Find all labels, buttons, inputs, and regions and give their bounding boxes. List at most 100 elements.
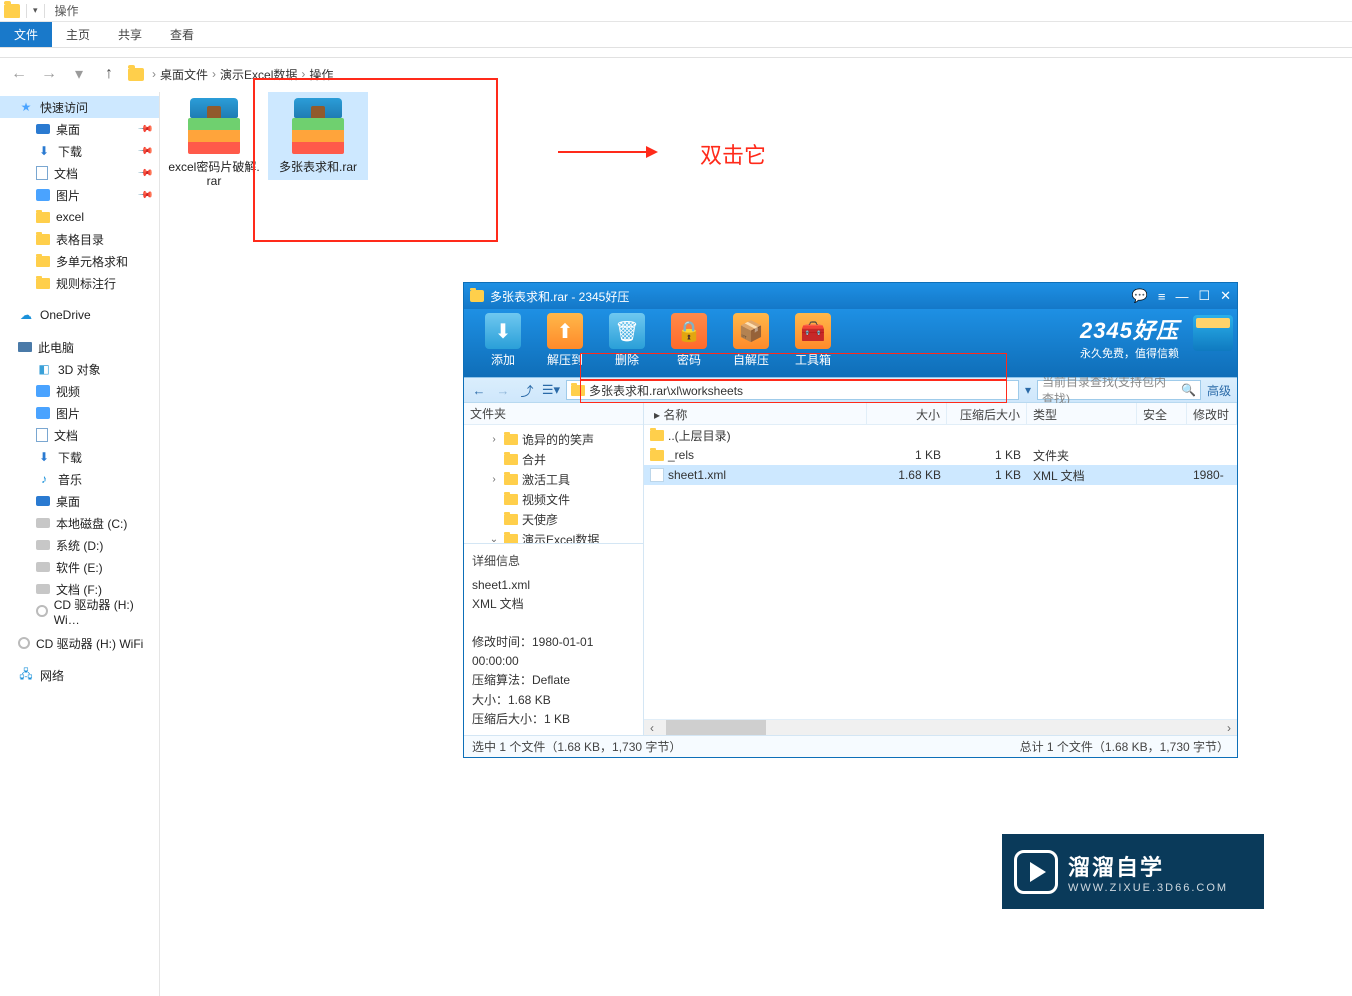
sidebar-item-downloads[interactable]: ⬇下载 bbox=[0, 446, 159, 468]
close-icon[interactable]: ✕ bbox=[1220, 288, 1231, 304]
minimize-icon[interactable]: — bbox=[1175, 289, 1188, 304]
sidebar-item-drive-c[interactable]: 本地磁盘 (C:) bbox=[0, 512, 159, 534]
archive-search-field[interactable]: 当前目录查找(支持包内查找) 🔍 bbox=[1037, 380, 1201, 400]
details-size: 大小：1.68 KB bbox=[472, 691, 635, 710]
up-icon[interactable]: ⤴ bbox=[518, 381, 536, 399]
scroll-left-icon[interactable]: ‹ bbox=[644, 720, 660, 735]
archive-status-bar: 选中 1 个文件（1.68 KB，1,730 字节） 总计 1 个文件（1.68… bbox=[464, 735, 1237, 757]
col-size[interactable]: 大小 bbox=[867, 403, 947, 424]
tree-item[interactable]: 天使彦 bbox=[464, 509, 643, 529]
archive-titlebar[interactable]: 多张表求和.rar - 2345好压 💬 ≡ — ☐ ✕ bbox=[464, 283, 1237, 309]
archive-icon bbox=[184, 98, 244, 154]
cube-icon: ◧ bbox=[36, 361, 52, 377]
col-csize[interactable]: 压缩后大小 bbox=[947, 403, 1027, 424]
list-row-up[interactable]: ..(上层目录) bbox=[644, 425, 1237, 445]
details-filename: sheet1.xml bbox=[472, 576, 635, 595]
sidebar-network[interactable]: 🖧网络 bbox=[0, 664, 159, 686]
chevron-down-icon[interactable]: ▾ bbox=[1025, 383, 1031, 397]
archive-folder-tree: 文件夹 ›诡异的的笑声 合并 ›激活工具 视频文件 天使彦 ⌄演示Excel数据… bbox=[464, 403, 644, 735]
tab-view[interactable]: 查看 bbox=[156, 22, 208, 47]
tab-home[interactable]: 主页 bbox=[52, 22, 104, 47]
sidebar-item-music[interactable]: ♪音乐 bbox=[0, 468, 159, 490]
toolbar-add-button[interactable]: ⬇添加 bbox=[472, 313, 534, 368]
separator bbox=[26, 4, 27, 18]
tab-file[interactable]: 文件 bbox=[0, 22, 52, 47]
sidebar-item-folder[interactable]: 表格目录 bbox=[0, 228, 159, 250]
col-mod[interactable]: 修改时 bbox=[1187, 403, 1237, 424]
sidebar-quick-access[interactable]: ★ 快速访问 bbox=[0, 96, 159, 118]
sidebar-item-desktop[interactable]: 桌面📌 bbox=[0, 118, 159, 140]
sidebar-item-folder[interactable]: 多单元格求和 bbox=[0, 250, 159, 272]
sidebar-thispc[interactable]: 此电脑 bbox=[0, 336, 159, 358]
download-icon: ⬇ bbox=[36, 449, 52, 465]
sidebar-item-pictures[interactable]: 图片📌 bbox=[0, 184, 159, 206]
sidebar-item-drive-d[interactable]: 系统 (D:) bbox=[0, 534, 159, 556]
archive-file-list: ▸ 名称 大小 压缩后大小 类型 安全 修改时 ..(上层目录) _rels 1… bbox=[644, 403, 1237, 735]
breadcrumb-item[interactable]: 桌面文件 bbox=[160, 66, 208, 83]
recent-dropdown-icon[interactable]: ▾ bbox=[68, 63, 90, 85]
brand-logo: 2345好压 bbox=[1080, 313, 1179, 345]
toolbox-icon: 🧰 bbox=[795, 313, 831, 349]
scroll-right-icon[interactable]: › bbox=[1221, 720, 1237, 735]
menu-icon[interactable]: ≡ bbox=[1158, 289, 1166, 304]
folder-icon bbox=[504, 474, 518, 485]
col-safe[interactable]: 安全 bbox=[1137, 403, 1187, 424]
pictures-icon bbox=[36, 189, 50, 201]
up-icon[interactable]: ↑ bbox=[98, 63, 120, 85]
tab-share[interactable]: 共享 bbox=[104, 22, 156, 47]
sidebar-item-cd[interactable]: CD 驱动器 (H:) Wi… bbox=[0, 600, 159, 622]
drive-icon bbox=[36, 540, 50, 550]
search-icon[interactable]: 🔍 bbox=[1181, 383, 1196, 397]
tree-item[interactable]: ⌄演示Excel数据 bbox=[464, 529, 643, 543]
horizontal-scrollbar[interactable]: ‹ › bbox=[644, 719, 1237, 735]
status-left: 选中 1 个文件（1.68 KB，1,730 字节） bbox=[472, 738, 681, 755]
drive-icon bbox=[36, 518, 50, 528]
folder-icon bbox=[36, 256, 50, 267]
sidebar-item-drive-e[interactable]: 软件 (E:) bbox=[0, 556, 159, 578]
list-header: ▸ 名称 大小 压缩后大小 类型 安全 修改时 bbox=[644, 403, 1237, 425]
sidebar-onedrive[interactable]: ☁OneDrive bbox=[0, 304, 159, 326]
maximize-icon[interactable]: ☐ bbox=[1198, 288, 1210, 304]
cd-icon bbox=[36, 605, 48, 617]
tree-item[interactable]: ›激活工具 bbox=[464, 469, 643, 489]
annotation-box bbox=[580, 379, 1007, 403]
folder-icon bbox=[650, 450, 664, 461]
sidebar-item-pictures[interactable]: 图片 bbox=[0, 402, 159, 424]
back-icon[interactable]: ← bbox=[8, 63, 30, 85]
tree-item[interactable]: 视频文件 bbox=[464, 489, 643, 509]
scroll-thumb[interactable] bbox=[666, 720, 766, 735]
file-item[interactable]: excel密码片破解.rar bbox=[164, 92, 264, 195]
list-row-selected[interactable]: sheet1.xml 1.68 KB 1 KB XML 文档 1980- bbox=[644, 465, 1237, 485]
sidebar-item-folder[interactable]: excel bbox=[0, 206, 159, 228]
chevron-down-icon[interactable]: ▾ bbox=[33, 5, 38, 16]
back-icon[interactable]: ← bbox=[470, 381, 488, 399]
sidebar-item-3d[interactable]: ◧3D 对象 bbox=[0, 358, 159, 380]
folder-icon bbox=[128, 68, 144, 81]
network-icon: 🖧 bbox=[18, 667, 34, 683]
sidebar-item-cd-ext[interactable]: CD 驱动器 (H:) WiFi bbox=[0, 632, 159, 654]
tree-item[interactable]: ›诡异的的笑声 bbox=[464, 429, 643, 449]
advanced-link[interactable]: 高级 bbox=[1207, 382, 1231, 399]
sidebar-item-desktop[interactable]: 桌面 bbox=[0, 490, 159, 512]
details-type: XML 文档 bbox=[472, 595, 635, 614]
brand-area: 2345好压 永久免费，值得信赖 bbox=[1080, 313, 1185, 361]
sidebar-item-folder[interactable]: 规则标注行 bbox=[0, 272, 159, 294]
brand-box-icon bbox=[1193, 315, 1233, 351]
sidebar-item-documents[interactable]: 文档📌 bbox=[0, 162, 159, 184]
desktop-icon bbox=[36, 124, 50, 134]
cd-icon bbox=[18, 637, 30, 649]
sidebar-item-documents[interactable]: 文档 bbox=[0, 424, 159, 446]
sidebar-item-downloads[interactable]: ⬇下载📌 bbox=[0, 140, 159, 162]
pin-icon: 📌 bbox=[136, 121, 153, 138]
sidebar-item-videos[interactable]: 视频 bbox=[0, 380, 159, 402]
navigation-pane: ★ 快速访问 桌面📌 ⬇下载📌 文档📌 图片📌 excel 表格目录 多单元格求… bbox=[0, 92, 160, 996]
file-icon bbox=[650, 468, 664, 482]
details-algorithm: 压缩算法：Deflate bbox=[472, 671, 635, 690]
view-list-icon[interactable]: ☰▾ bbox=[542, 381, 560, 399]
col-type[interactable]: 类型 bbox=[1027, 403, 1137, 424]
col-name[interactable]: ▸ 名称 bbox=[644, 403, 867, 424]
list-row[interactable]: _rels 1 KB 1 KB 文件夹 bbox=[644, 445, 1237, 465]
forward-icon: → bbox=[494, 381, 512, 399]
tree-item[interactable]: 合并 bbox=[464, 449, 643, 469]
feedback-icon[interactable]: 💬 bbox=[1132, 288, 1148, 304]
